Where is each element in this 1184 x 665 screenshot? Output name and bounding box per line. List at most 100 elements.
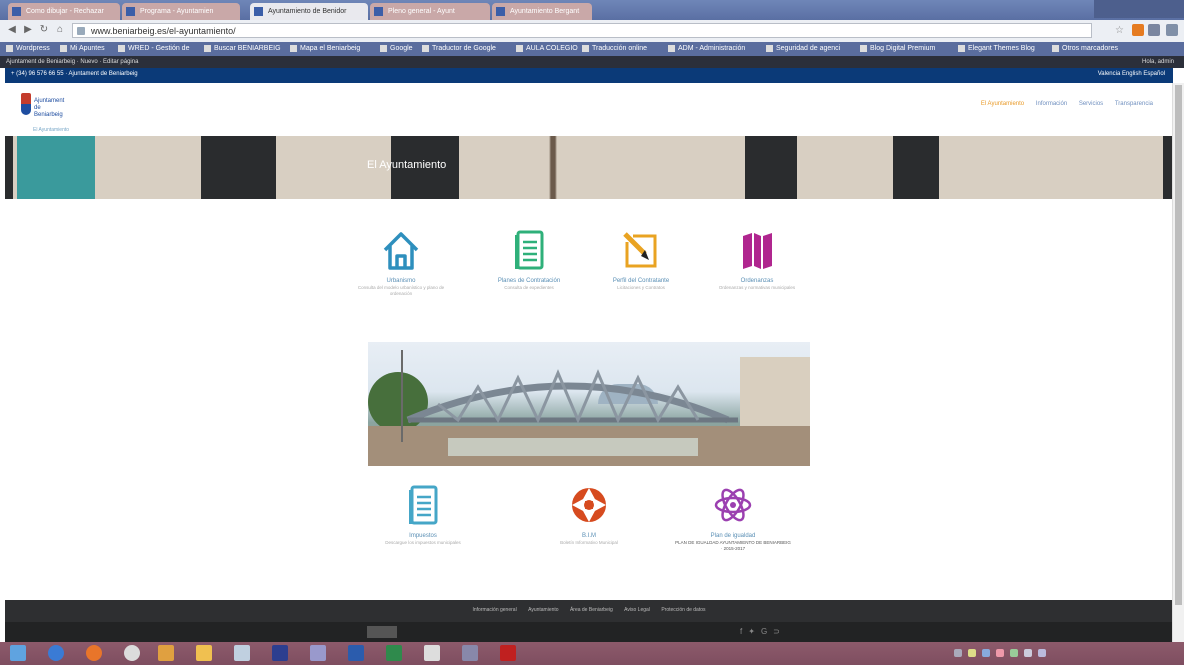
language-switcher[interactable]: Valencia English Español bbox=[1098, 71, 1165, 77]
site-logo[interactable]: Ajuntament de Beniarbeig bbox=[21, 93, 71, 118]
footer-link[interactable]: Área de Beniarbeig bbox=[570, 607, 613, 613]
service-description: Boletín Informativo Municipal bbox=[560, 540, 618, 545]
bookmark-item[interactable]: ADM - Administración bbox=[668, 44, 762, 54]
extension-icon[interactable] bbox=[1148, 24, 1160, 36]
page-scrollbar[interactable] bbox=[1172, 83, 1184, 642]
service-impuestos[interactable]: Impuestos Descargue los impuestos munici… bbox=[373, 483, 473, 546]
notepad-icon[interactable] bbox=[424, 645, 440, 661]
bookmark-item[interactable]: AULA COLEGIO bbox=[516, 44, 578, 54]
extension-icon[interactable] bbox=[1132, 24, 1144, 36]
footer-links: Información general Ayuntamiento Área de… bbox=[5, 607, 1173, 613]
hero-window bbox=[893, 136, 939, 199]
windows-taskbar bbox=[0, 642, 1184, 665]
tray-icon[interactable] bbox=[954, 649, 962, 657]
system-tray bbox=[944, 642, 1184, 665]
chrome-icon[interactable] bbox=[124, 645, 140, 661]
bookmark-star-icon[interactable]: ☆ bbox=[1115, 25, 1124, 36]
admin-bar-left[interactable]: Ajuntament de Beniarbeig · Nuevo · Edita… bbox=[6, 57, 138, 67]
scrollbar-thumb[interactable] bbox=[1175, 85, 1182, 605]
main-navigation: El Ayuntamiento Información Servicios Tr… bbox=[971, 101, 1153, 107]
bookmark-item[interactable]: Seguridad de agenci bbox=[766, 44, 856, 54]
footer-bottom-bar: f✦G⊃ bbox=[5, 622, 1173, 642]
googleplus-icon[interactable]: G bbox=[761, 627, 773, 636]
bookmark-item[interactable]: Traducción online bbox=[582, 44, 664, 54]
tray-icon[interactable] bbox=[996, 649, 1004, 657]
bookmark-icon bbox=[958, 44, 965, 52]
tray-icon[interactable] bbox=[1010, 649, 1018, 657]
nav-item-servicios[interactable]: Servicios bbox=[1079, 101, 1103, 107]
acrobat-icon[interactable] bbox=[500, 645, 516, 661]
browser-tab[interactable]: Como dibujar - Rechazar bbox=[8, 3, 120, 20]
service-planes-contratacion[interactable]: Planes de Contratación Consulta de exped… bbox=[483, 228, 575, 291]
browser-tab[interactable]: Programa - Ayuntamien bbox=[122, 3, 240, 20]
home-button-icon[interactable]: ⌂ bbox=[54, 24, 66, 36]
bookmarks-bar: Wordpress Mi Apuntes WRED - Gestión de Busc… bbox=[0, 42, 1184, 56]
browser-tab[interactable]: Ayuntamiento Bergant bbox=[492, 3, 592, 20]
tray-icon[interactable] bbox=[968, 649, 976, 657]
bookmark-item[interactable]: Traductor de Google bbox=[422, 44, 512, 54]
bookmark-item[interactable]: Mi Apuntes bbox=[60, 44, 114, 54]
bookmark-item[interactable]: Otros marcadores bbox=[1052, 44, 1130, 54]
bookmark-item[interactable]: Wordpress bbox=[6, 44, 56, 54]
bookmark-label: Wordpress bbox=[16, 45, 50, 52]
breadcrumb[interactable]: El Ayuntamiento bbox=[33, 127, 69, 133]
url-bar[interactable]: www.beniarbeig.es/el-ayuntamiento/ bbox=[72, 23, 1092, 38]
bookmark-item[interactable]: WRED - Gestión de bbox=[118, 44, 200, 54]
bookmark-item[interactable]: Elegant Themes Blog bbox=[958, 44, 1048, 54]
app-icon[interactable] bbox=[234, 645, 250, 661]
folder-icon[interactable] bbox=[196, 645, 212, 661]
reload-icon[interactable]: ↻ bbox=[38, 24, 50, 36]
browser-tab-active[interactable]: Ayuntamiento de Benidor bbox=[250, 3, 368, 20]
ie-icon[interactable] bbox=[48, 645, 64, 661]
service-plan-igualdad[interactable]: Plan de igualdad PLAN DE IGUALDAD AYUNTA… bbox=[675, 483, 791, 552]
bookmark-item[interactable]: Mapa el Beniarbeig bbox=[290, 44, 376, 54]
app-icon[interactable] bbox=[462, 645, 478, 661]
admin-bar-user[interactable]: Hola, admin bbox=[1142, 57, 1174, 67]
hero-window bbox=[745, 136, 797, 199]
browser-tab[interactable]: Pleno general - Ayunt bbox=[370, 3, 490, 20]
footer-link[interactable]: Ayuntamiento bbox=[528, 607, 558, 613]
service-ordenanzas[interactable]: Ordenanzas Ordenanzas y normativas munic… bbox=[711, 228, 803, 291]
tray-icon[interactable] bbox=[1024, 649, 1032, 657]
service-description: Licitaciones y Contratos bbox=[617, 285, 665, 290]
footer-link[interactable]: Información general bbox=[472, 607, 516, 613]
pencil-icon bbox=[621, 228, 661, 272]
service-description: Consulta de expedientes bbox=[504, 285, 554, 290]
service-description: Consulta del modelo urbanístico y plano … bbox=[357, 285, 445, 296]
clock[interactable] bbox=[1172, 646, 1174, 653]
service-title: Ordenanzas bbox=[740, 278, 774, 284]
service-bim[interactable]: B.I.M Boletín Informativo Municipal bbox=[541, 483, 637, 546]
footer-link[interactable]: Aviso Legal bbox=[624, 607, 650, 613]
excel-icon[interactable] bbox=[386, 645, 402, 661]
bookmark-item[interactable]: Google bbox=[380, 44, 418, 54]
photoshop-icon[interactable] bbox=[272, 645, 288, 661]
start-button-icon[interactable] bbox=[10, 645, 26, 661]
contact-info: + (34) 96 576 66 55 · Ajuntament de Beni… bbox=[11, 71, 138, 77]
footer-link[interactable]: Protección de datos bbox=[661, 607, 705, 613]
menu-icon[interactable] bbox=[1166, 24, 1178, 36]
bookmark-icon bbox=[668, 44, 675, 52]
nav-item-informacion[interactable]: Información bbox=[1036, 101, 1067, 107]
facebook-icon[interactable]: f bbox=[740, 627, 748, 636]
word-icon[interactable] bbox=[348, 645, 364, 661]
bookmark-label: Traductor de Google bbox=[432, 45, 496, 52]
nav-item-transparencia[interactable]: Transparencia bbox=[1115, 101, 1153, 107]
hero-window bbox=[201, 136, 276, 199]
twitter-icon[interactable]: ✦ bbox=[748, 627, 761, 636]
app-icon[interactable] bbox=[310, 645, 326, 661]
outlook-icon[interactable] bbox=[158, 645, 174, 661]
forward-icon[interactable]: ▶ bbox=[22, 24, 34, 36]
window-controls[interactable] bbox=[1094, 0, 1184, 18]
back-icon[interactable]: ◀ bbox=[6, 24, 18, 36]
tray-icon[interactable] bbox=[982, 649, 990, 657]
bookmark-item[interactable]: Blog Digital Premium bbox=[860, 44, 954, 54]
service-perfil-contratante[interactable]: Perfil del Contratante Licitaciones y Co… bbox=[595, 228, 687, 291]
page-icon bbox=[77, 27, 85, 35]
firefox-icon[interactable] bbox=[86, 645, 102, 661]
tray-icon[interactable] bbox=[1038, 649, 1046, 657]
rss-icon[interactable]: ⊃ bbox=[773, 627, 786, 636]
service-urbanismo[interactable]: Urbanismo Consulta del modelo urbanístic… bbox=[355, 228, 447, 297]
service-description: PLAN DE IGUALDAD AYUNTAMIENTO DE BENIARB… bbox=[675, 540, 791, 551]
nav-item-ayuntamiento[interactable]: El Ayuntamiento bbox=[981, 101, 1024, 107]
bookmark-item[interactable]: Buscar BENIARBEIG bbox=[204, 44, 286, 54]
